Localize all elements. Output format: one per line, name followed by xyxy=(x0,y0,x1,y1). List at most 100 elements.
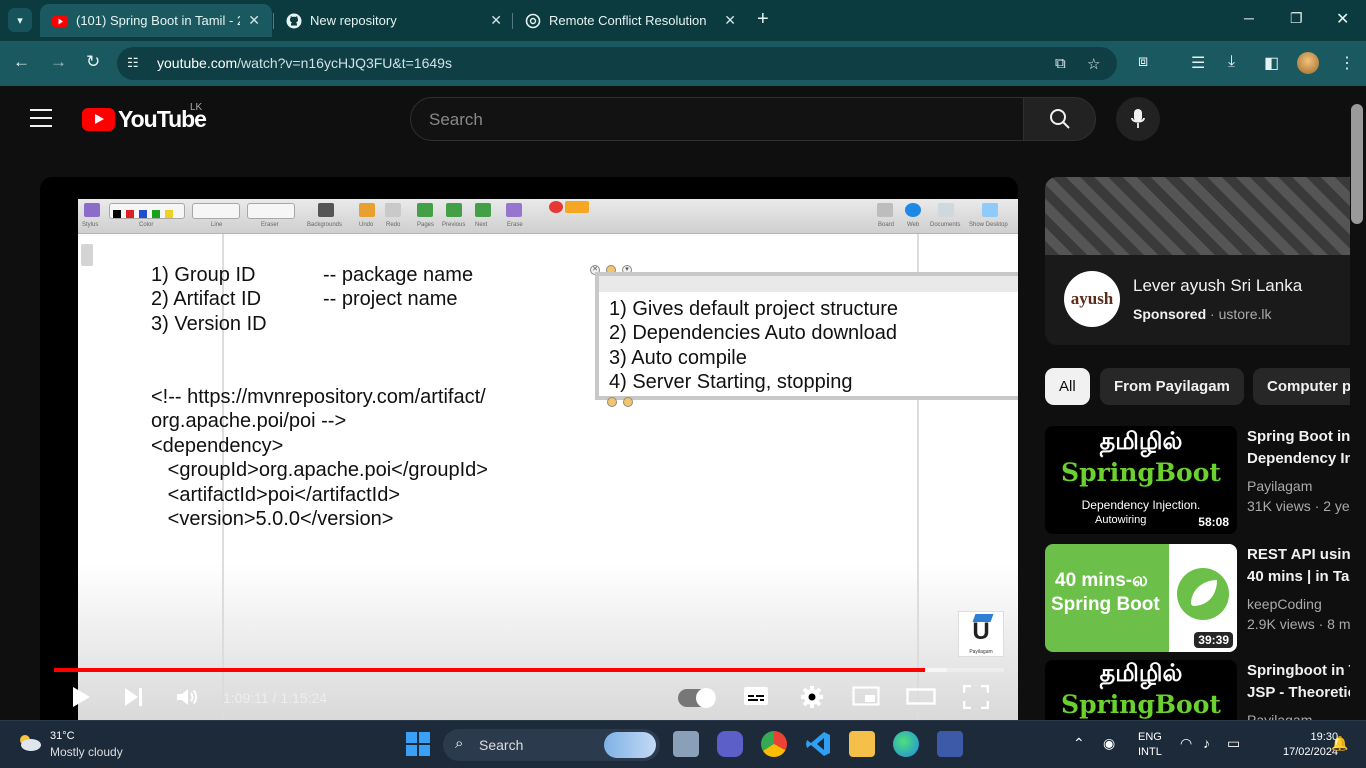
thumbnail-text: 40 mins-ல xyxy=(1055,570,1148,591)
search-input[interactable]: Search xyxy=(410,97,1024,141)
search-icon xyxy=(1049,109,1070,129)
new-tab-icon[interactable]: + xyxy=(757,8,769,31)
windows-start-icon[interactable] xyxy=(405,731,431,757)
speaker-icon[interactable]: ♪ xyxy=(1203,735,1210,751)
play-icon xyxy=(73,687,90,707)
thumbnail-text: தமிழில் xyxy=(1099,660,1183,687)
progress-bar[interactable] xyxy=(54,668,1004,672)
security-status-icon[interactable]: ◉ xyxy=(1103,735,1115,752)
site-info-icon[interactable]: ☷ xyxy=(127,55,139,71)
media-control-icon[interactable]: ☰ xyxy=(1191,53,1205,73)
video-duration: 39:39 xyxy=(1194,632,1233,648)
microsoft-store-icon[interactable] xyxy=(937,731,963,757)
search-button[interactable] xyxy=(1023,97,1096,141)
skip-next-icon xyxy=(125,688,142,706)
sponsored-ad-card[interactable]: ayush Lever ayush Sri Lanka Sponsored · … xyxy=(1045,177,1366,345)
related-video[interactable]: தமிழில் SpringBoot Springboot in Tar JSP … xyxy=(1045,660,1366,720)
battery-icon[interactable]: ▭ xyxy=(1227,735,1240,752)
file-explorer-icon[interactable] xyxy=(849,731,875,757)
task-view-icon[interactable] xyxy=(673,731,699,757)
open-in-app-icon[interactable]: ⧉ xyxy=(1055,55,1066,72)
video-channel[interactable]: Payilagam xyxy=(1247,478,1366,494)
forward-icon[interactable]: → xyxy=(50,52,67,72)
tab-github[interactable]: New repository ✕ xyxy=(274,4,514,37)
toolbar-label: Line xyxy=(211,222,223,228)
minimize-icon[interactable]: ─ xyxy=(1244,10,1254,26)
restore-icon[interactable]: ❐ xyxy=(1290,10,1303,27)
mute-button[interactable] xyxy=(175,685,199,715)
video-views: 2.9K views · 8 mon xyxy=(1247,616,1366,632)
youtube-header: YouTube LK Search xyxy=(0,86,1366,152)
toolbar-label: Backgrounds xyxy=(307,222,343,228)
related-video[interactable]: தமிழில் SpringBoot Dependency Injection.… xyxy=(1045,426,1366,534)
address-bar[interactable]: ☷ youtube.com/watch?v=n16ycHJQ3FU&t=1649… xyxy=(117,47,1117,80)
time-display: 1:09:11 / 1:15:24 xyxy=(223,690,328,706)
theater-mode-button[interactable] xyxy=(906,685,936,713)
taskbar-search-label: Search xyxy=(479,737,524,753)
close-tab-icon[interactable]: ✕ xyxy=(724,12,736,29)
video-thumbnail[interactable]: 40 mins-ல Spring Boot 39:39 xyxy=(1045,544,1237,652)
show-hidden-icons-chevron-icon[interactable]: ⌃ xyxy=(1073,735,1085,752)
thumbnail-text: Autowiring xyxy=(1095,514,1147,526)
back-icon[interactable]: ← xyxy=(13,52,30,72)
autoplay-toggle[interactable] xyxy=(678,688,716,708)
undo-icon xyxy=(359,203,375,217)
gear-icon xyxy=(801,686,823,708)
toolbar-label: Documents xyxy=(930,222,961,228)
thumbnail-text: தமிழில் xyxy=(1099,428,1183,455)
show-desktop-icon xyxy=(982,203,998,217)
toolbar-label: Erase xyxy=(507,222,523,228)
video-thumbnail[interactable]: தமிழில் SpringBoot Dependency Injection.… xyxy=(1045,426,1237,534)
profile-avatar[interactable] xyxy=(1297,52,1319,74)
bookmark-star-icon[interactable]: ☆ xyxy=(1087,55,1100,73)
chip-all[interactable]: All xyxy=(1045,368,1090,405)
whiteboard-id-list: 1) Group ID 2) Artifact ID 3) Version ID xyxy=(151,264,267,335)
video-player[interactable]: Stylus Color Line Eraser Backgrounds Und… xyxy=(40,177,1018,720)
voice-search-button[interactable] xyxy=(1116,97,1160,141)
teams-meet-icon[interactable] xyxy=(717,731,743,757)
youtube-logo[interactable]: YouTube xyxy=(82,106,207,133)
notification-bell-icon[interactable]: 🔔 xyxy=(1331,735,1348,752)
wifi-icon[interactable]: ◠ xyxy=(1180,735,1192,752)
record-icon xyxy=(549,201,563,213)
video-channel[interactable]: keepCoding xyxy=(1247,596,1366,612)
miniplayer-button[interactable] xyxy=(852,685,880,713)
next-video-button[interactable] xyxy=(123,685,145,715)
chip-from-payilagam[interactable]: From Payilagam xyxy=(1100,368,1244,405)
video-thumbnail[interactable]: தமிழில் SpringBoot xyxy=(1045,660,1237,720)
close-tab-icon[interactable]: ✕ xyxy=(490,12,502,29)
menu-kebab-icon[interactable]: ⋮ xyxy=(1339,53,1355,73)
reload-icon[interactable]: ↻ xyxy=(86,52,100,72)
subtitles-button[interactable] xyxy=(743,685,769,713)
tab-search-button[interactable]: ▾ xyxy=(8,8,32,32)
progress-played xyxy=(54,668,926,672)
input-language[interactable]: ENG INTL xyxy=(1138,730,1162,760)
taskbar-search[interactable]: ⌕ Search xyxy=(443,729,660,761)
toolbar-label: Redo xyxy=(386,222,401,228)
vscode-icon[interactable] xyxy=(805,731,831,757)
tab-youtube[interactable]: (101) Spring Boot in Tamil - 2 D ✕ xyxy=(40,4,272,37)
fullscreen-button[interactable] xyxy=(962,684,990,715)
tab-title: (101) Spring Boot in Tamil - 2 D xyxy=(76,13,241,28)
close-window-icon[interactable]: ✕ xyxy=(1336,9,1349,29)
close-tab-icon[interactable]: ✕ xyxy=(248,12,260,29)
documents-icon xyxy=(938,203,954,217)
related-video[interactable]: 40 mins-ல Spring Boot 39:39 REST API usi… xyxy=(1045,544,1366,652)
extensions-icon[interactable]: ⧈ xyxy=(1138,53,1148,71)
guide-menu-icon[interactable] xyxy=(30,109,52,133)
video-channel[interactable]: Payilagam xyxy=(1247,712,1366,720)
downloads-icon[interactable]: ⤓ xyxy=(1228,53,1235,71)
side-panel-icon[interactable]: ◧ xyxy=(1264,53,1279,73)
play-button[interactable] xyxy=(70,685,92,715)
toolbar-label: Color xyxy=(139,222,154,228)
note-text: 1) Gives default project structure 2) De… xyxy=(609,298,899,394)
tab-title: New repository xyxy=(310,13,397,28)
video-duration: 58:08 xyxy=(1194,514,1233,530)
chrome-icon[interactable] xyxy=(761,731,787,757)
scrollbar-thumb[interactable] xyxy=(1351,104,1363,224)
edge-icon[interactable] xyxy=(893,731,919,757)
theater-mode-icon xyxy=(906,688,936,705)
tab-chatgpt[interactable]: Remote Conflict Resolution ✕ xyxy=(513,4,748,37)
system-clock[interactable]: 19:30 17/02/2024 xyxy=(1283,730,1338,760)
settings-button[interactable] xyxy=(800,685,824,715)
